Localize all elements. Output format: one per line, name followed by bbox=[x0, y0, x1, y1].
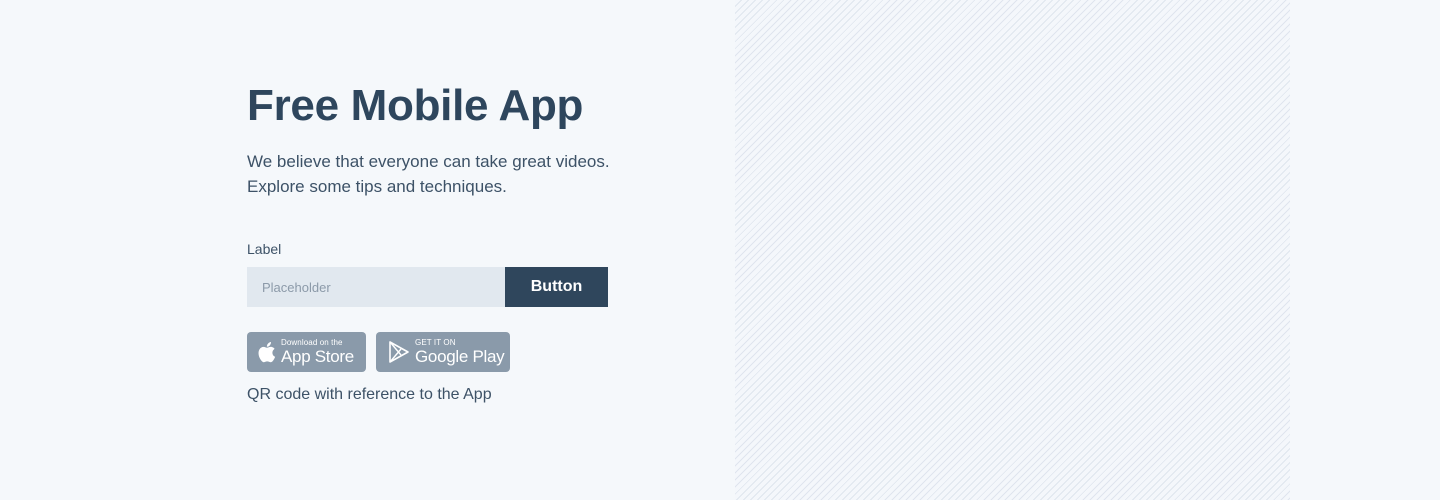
app-store-text: Download on the App Store bbox=[281, 338, 354, 366]
google-play-icon bbox=[388, 340, 410, 364]
app-store-small-text: Download on the bbox=[281, 338, 343, 347]
google-play-badge[interactable]: GET IT ON Google Play bbox=[376, 332, 510, 372]
image-placeholder bbox=[735, 0, 1290, 500]
hero-description-line: Explore some tips and techniques. bbox=[247, 177, 507, 196]
page-title: Free Mobile App bbox=[247, 81, 584, 130]
app-store-badge[interactable]: Download on the App Store bbox=[247, 332, 366, 372]
apple-icon bbox=[255, 340, 277, 364]
google-play-big-text: Google Play bbox=[415, 347, 505, 366]
text-input[interactable] bbox=[247, 267, 505, 307]
app-store-big-text: App Store bbox=[281, 347, 354, 366]
submit-button[interactable]: Button bbox=[505, 267, 608, 307]
qr-code-note: QR code with reference to the App bbox=[247, 386, 492, 403]
google-play-text: GET IT ON Google Play bbox=[415, 338, 505, 366]
input-group: Button bbox=[247, 267, 608, 307]
store-badges: Download on the App Store GET IT ON Goog… bbox=[247, 332, 687, 372]
google-play-small-text: GET IT ON bbox=[415, 338, 456, 347]
hero-content: Free Mobile App We believe that everyone… bbox=[247, 80, 687, 405]
hero-description: We believe that everyone can take great … bbox=[247, 149, 627, 199]
field-label: Label bbox=[247, 241, 282, 257]
hero-description-line: We believe that everyone can take great … bbox=[247, 152, 610, 171]
